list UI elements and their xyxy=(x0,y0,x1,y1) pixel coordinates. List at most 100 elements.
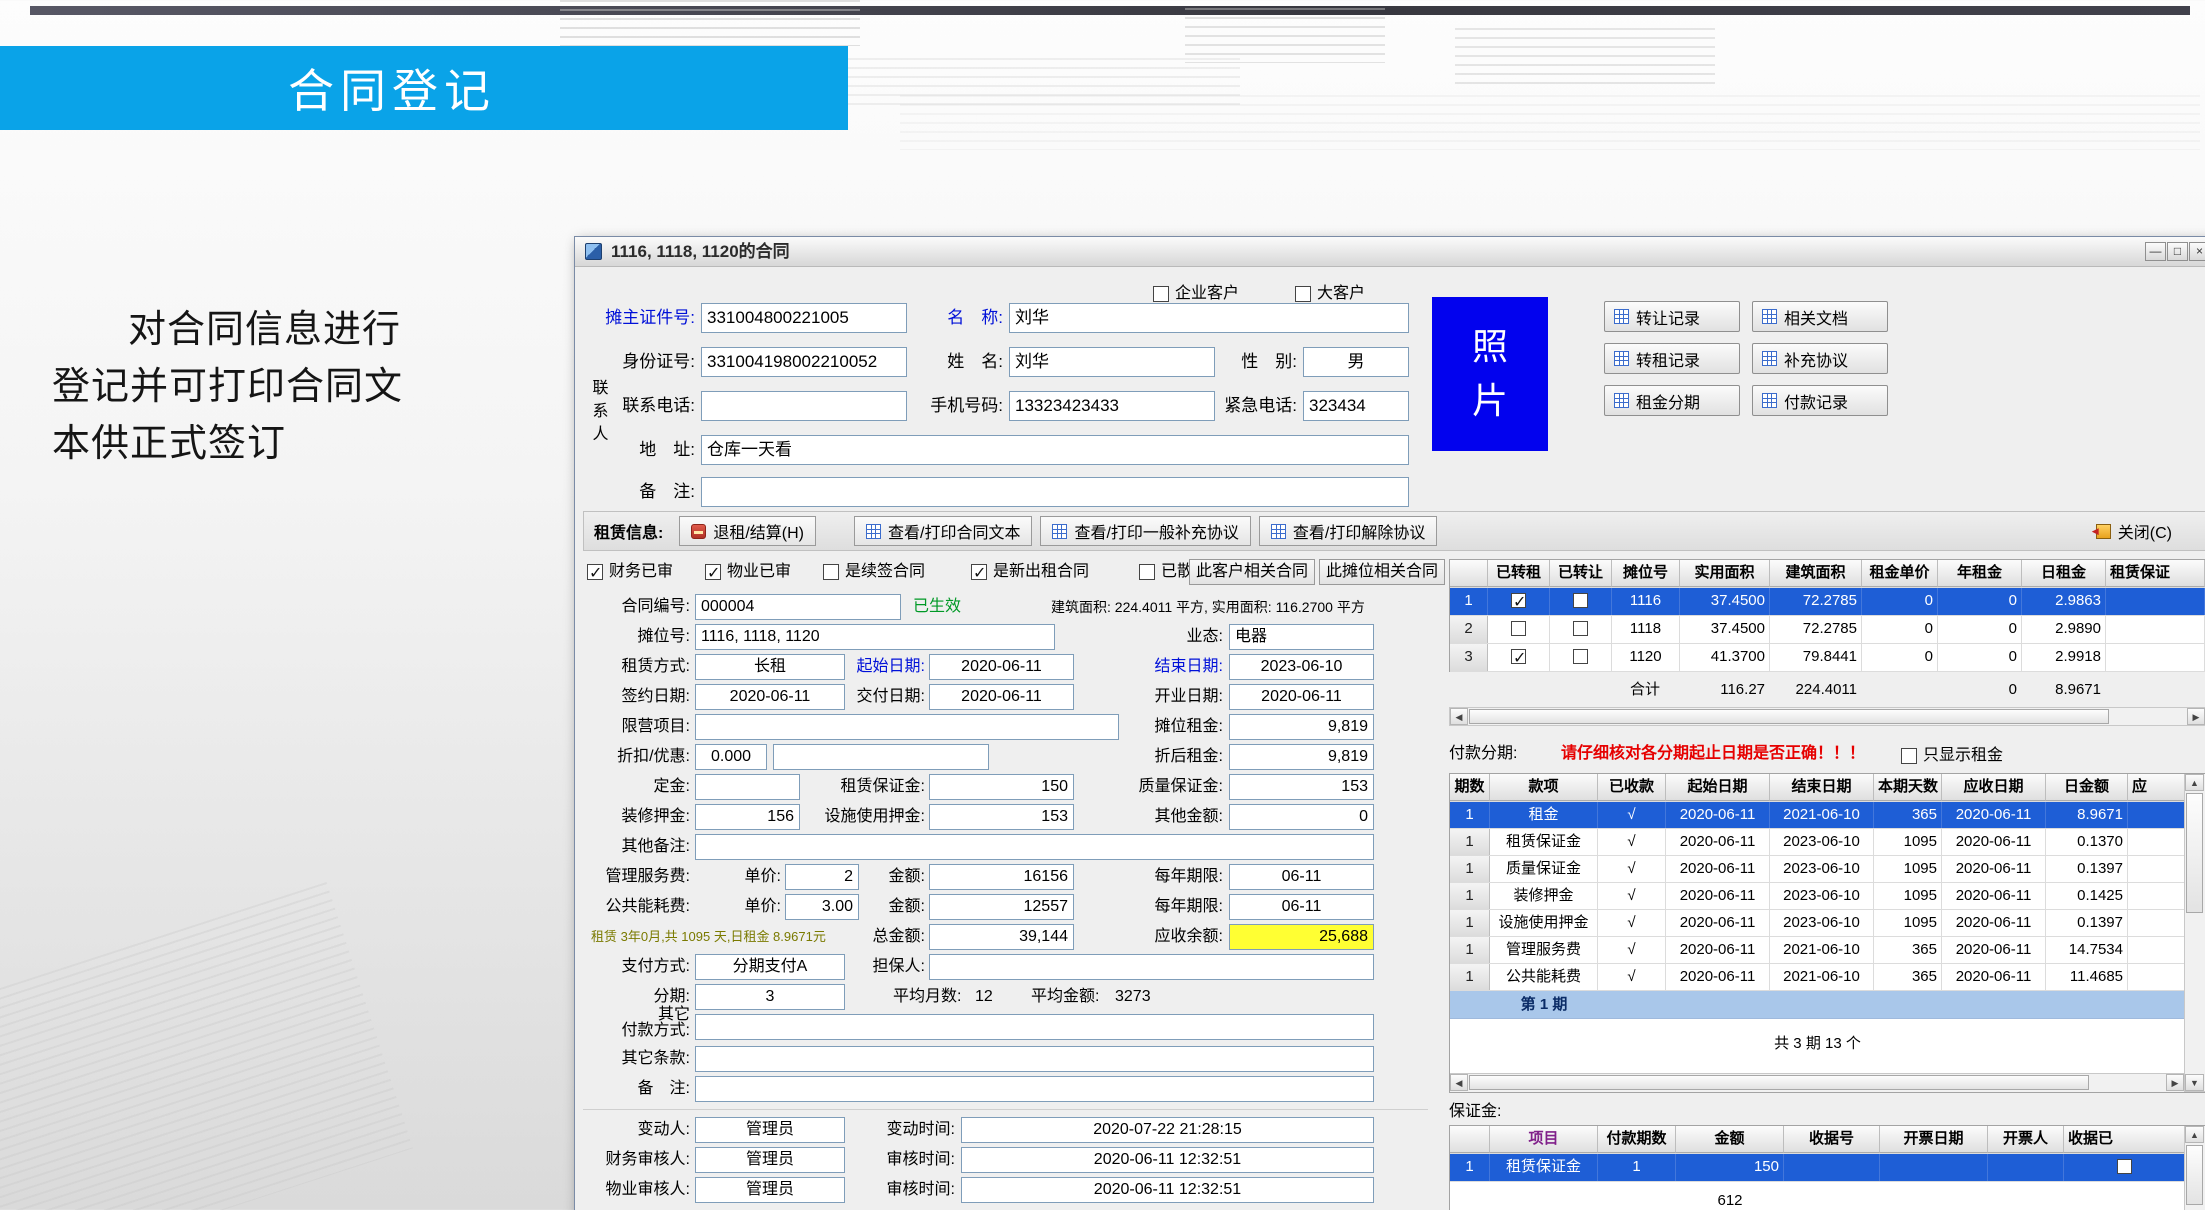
payment-records-button[interactable]: 付款记录 xyxy=(1752,385,1888,416)
related-docs-button[interactable]: 相关文档 xyxy=(1752,301,1888,332)
stall-related-contracts-button[interactable]: 此摊位相关合同 xyxy=(1319,559,1445,585)
owner-id-input[interactable]: 331004800221005 xyxy=(701,303,907,333)
lease-mode-input[interactable]: 长租 xyxy=(695,654,845,680)
energy-period-input[interactable]: 06-11 xyxy=(1229,894,1374,920)
lease-deposit-input[interactable]: 150 xyxy=(929,774,1074,800)
sign-date-input[interactable]: 2020-06-11 xyxy=(695,684,845,710)
stalls-input[interactable]: 1116, 1118, 1120 xyxy=(695,624,1055,650)
column-header[interactable]: 日租金 xyxy=(2022,560,2106,587)
new-lease-checkbox[interactable]: 是新出租合同 xyxy=(971,559,1089,585)
column-header[interactable]: 结束日期 xyxy=(1770,774,1874,801)
other-pay-input[interactable] xyxy=(695,1014,1374,1040)
column-header[interactable]: 付款期数 xyxy=(1598,1126,1676,1153)
transfer-records-button[interactable]: 转让记录 xyxy=(1604,301,1740,332)
finance-audit-time-input[interactable]: 2020-06-11 12:32:51 xyxy=(961,1147,1374,1173)
sublet-records-button[interactable]: 转租记录 xyxy=(1604,343,1740,374)
column-header[interactable]: 租赁保证 xyxy=(2106,560,2205,587)
quality-deposit-input[interactable]: 153 xyxy=(1229,774,1374,800)
column-header[interactable]: 开票人 xyxy=(1988,1126,2064,1153)
property-approved-checkbox[interactable]: 物业已审 xyxy=(705,559,791,585)
deposits-vertical-scrollbar[interactable]: ▲ xyxy=(2184,1126,2205,1210)
scroll-thumb[interactable] xyxy=(2186,793,2203,913)
installment-row[interactable]: 1 公共能耗费 √ 2020-06-11 2021-06-10 365 2020… xyxy=(1450,964,2205,991)
stall-horizontal-scrollbar[interactable]: ◀ ▶ xyxy=(1449,707,2205,726)
checkbox-icon[interactable] xyxy=(1901,748,1917,764)
total-amount-input[interactable]: 39,144 xyxy=(929,924,1074,950)
name-input[interactable]: 刘华 xyxy=(1009,303,1409,333)
customer-related-contracts-button[interactable]: 此客户相关合同 xyxy=(1189,559,1315,585)
column-header[interactable]: 已转租 xyxy=(1488,560,1550,587)
supplement-agreement-button[interactable]: 补充协议 xyxy=(1752,343,1888,374)
property-auditor-input[interactable]: 管理员 xyxy=(695,1177,845,1203)
discount-input[interactable]: 0.000 xyxy=(695,744,767,770)
facility-deposit-input[interactable]: 153 xyxy=(929,804,1074,830)
mgmt-amount-input[interactable]: 16156 xyxy=(929,864,1074,890)
business-type-input[interactable]: 电器 xyxy=(1229,624,1374,650)
checkbox-icon[interactable] xyxy=(1573,649,1588,664)
earnest-input[interactable] xyxy=(695,774,800,800)
stall-table-row[interactable]: 3 1120 41.3700 79.8441 0 0 2.9918 xyxy=(1450,644,2205,672)
modifier-input[interactable]: 管理员 xyxy=(695,1117,845,1143)
energy-amount-input[interactable]: 12557 xyxy=(929,894,1074,920)
energy-unit-input[interactable]: 3.00 xyxy=(785,894,859,920)
checkbox-checked-icon[interactable] xyxy=(1511,593,1526,608)
mgmt-period-input[interactable]: 06-11 xyxy=(1229,864,1374,890)
renewal-contract-checkbox[interactable]: 是续签合同 xyxy=(823,559,925,585)
idcard-input[interactable]: 331004198002210052 xyxy=(701,347,907,377)
close-window-button[interactable]: 关闭(C) xyxy=(2085,516,2183,546)
checkbox-icon[interactable] xyxy=(1573,621,1588,636)
stall-table-row[interactable]: 1 1116 37.4500 72.2785 0 0 2.9863 xyxy=(1450,588,2205,616)
contact-remark-input[interactable] xyxy=(701,477,1409,507)
column-header[interactable]: 摊位号 xyxy=(1612,560,1680,587)
deposit-row[interactable]: 1 租赁保证金 1 150 xyxy=(1450,1154,2205,1182)
column-header[interactable]: 已收款 xyxy=(1598,774,1666,801)
column-header[interactable]: 建筑面积 xyxy=(1770,560,1862,587)
other-terms-input[interactable] xyxy=(695,1046,1374,1072)
renovation-deposit-input[interactable]: 156 xyxy=(695,804,800,830)
installment-row[interactable]: 1 租金 √ 2020-06-11 2021-06-10 365 2020-06… xyxy=(1450,802,2205,829)
stall-rent-input[interactable]: 9,819 xyxy=(1229,714,1374,740)
column-header[interactable] xyxy=(1450,560,1488,587)
installment-row[interactable]: 1 管理服务费 √ 2020-06-11 2021-06-10 365 2020… xyxy=(1450,937,2205,964)
discount-extra-input[interactable] xyxy=(773,744,989,770)
rent-installment-button[interactable]: 租金分期 xyxy=(1604,385,1740,416)
column-header[interactable]: 已转让 xyxy=(1550,560,1612,587)
installment-input[interactable]: 3 xyxy=(695,984,845,1010)
checkbox-icon[interactable] xyxy=(1511,621,1526,636)
installment-row[interactable]: 1 质量保证金 √ 2020-06-11 2023-06-10 1095 202… xyxy=(1450,856,2205,883)
scroll-down-icon[interactable]: ▼ xyxy=(2185,1074,2204,1091)
column-header[interactable]: 日金额 xyxy=(2046,774,2128,801)
column-header[interactable]: 应 xyxy=(2128,774,2185,801)
minimize-button[interactable]: — xyxy=(2145,242,2166,261)
column-header[interactable]: 款项 xyxy=(1490,774,1598,801)
other-note-input[interactable] xyxy=(695,834,1374,860)
stall-table-row[interactable]: 2 1118 37.4500 72.2785 0 0 2.9890 xyxy=(1450,616,2205,644)
person-name-input[interactable]: 刘华 xyxy=(1009,347,1215,377)
scroll-thumb[interactable] xyxy=(1469,709,2109,724)
other-amount-input[interactable]: 0 xyxy=(1229,804,1374,830)
window-titlebar[interactable]: 1116, 1118, 1120的合同 — □ × xyxy=(575,237,2205,267)
scroll-left-icon[interactable]: ◀ xyxy=(1450,708,1468,725)
column-header[interactable]: 金额 xyxy=(1676,1126,1784,1153)
column-header[interactable]: 期数 xyxy=(1450,774,1490,801)
scroll-right-icon[interactable]: ▶ xyxy=(2187,708,2205,725)
column-header[interactable]: 租金单价 xyxy=(1862,560,1938,587)
finance-approved-checkbox[interactable]: 财务已审 xyxy=(587,559,673,585)
column-header[interactable]: 开票日期 xyxy=(1880,1126,1988,1153)
close-button[interactable]: × xyxy=(2189,242,2205,261)
checkbox-icon[interactable] xyxy=(1139,564,1155,580)
checkbox-icon[interactable] xyxy=(1153,286,1169,302)
scroll-up-icon[interactable]: ▲ xyxy=(2185,774,2204,791)
gender-input[interactable]: 男 xyxy=(1303,347,1409,377)
column-header[interactable]: 应收日期 xyxy=(1942,774,2046,801)
checkbox-icon[interactable] xyxy=(1295,286,1311,302)
modify-time-input[interactable]: 2020-07-22 21:28:15 xyxy=(961,1117,1374,1143)
open-date-input[interactable]: 2020-06-11 xyxy=(1229,684,1374,710)
scroll-thumb[interactable] xyxy=(1469,1075,2089,1090)
mgmt-unit-input[interactable]: 2 xyxy=(785,864,859,890)
column-header[interactable] xyxy=(1450,1126,1490,1153)
guarantor-input[interactable] xyxy=(929,954,1374,980)
end-date-input[interactable]: 2023-06-10 xyxy=(1229,654,1374,680)
checkbox-checked-icon[interactable] xyxy=(971,564,987,580)
terminate-settle-button[interactable]: 退租/结算(H) xyxy=(679,516,816,546)
